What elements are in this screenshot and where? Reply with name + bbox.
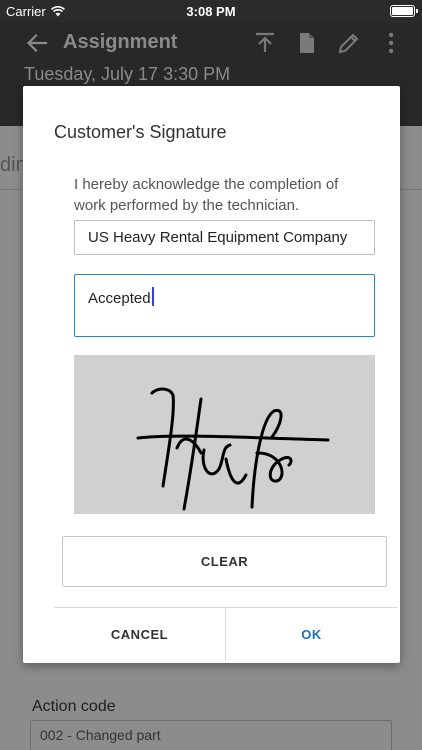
dialog-title: Customer's Signature [54, 122, 227, 142]
arrow-left-icon[interactable] [24, 30, 50, 56]
divider [0, 189, 22, 190]
ok-button[interactable]: OK [226, 608, 397, 661]
assignment-datetime: Tuesday, July 17 3:30 PM [24, 64, 231, 84]
notes-input-text: Accepted [88, 290, 151, 307]
dialog-footer: CANCEL OK [54, 607, 397, 661]
document-icon[interactable] [294, 30, 320, 56]
pencil-icon[interactable] [336, 30, 362, 56]
customer-name-input[interactable] [74, 220, 375, 255]
text-caret [151, 287, 154, 306]
clear-button[interactable]: CLEAR [62, 536, 387, 587]
action-code-select[interactable]: 002 - Changed part [30, 720, 392, 750]
signature-pad[interactable] [74, 355, 375, 514]
divider [400, 189, 422, 190]
status-bar: Carrier 3:08 PM [0, 0, 422, 22]
cancel-button[interactable]: CANCEL [54, 608, 226, 661]
upload-icon[interactable] [252, 30, 278, 56]
acknowledgement-text: I hereby acknowledge the completion of w… [74, 176, 339, 214]
signature-drawing [136, 387, 330, 511]
page-title: Assignment [63, 31, 178, 53]
battery-icon [390, 5, 418, 17]
clock: 3:08 PM [186, 4, 236, 19]
notes-input[interactable]: Accepted [74, 274, 375, 337]
header-actions [252, 30, 404, 56]
action-code-label: Action code [32, 698, 116, 715]
signature-dialog: Customer's Signature I hereby acknowledg… [23, 86, 400, 663]
more-vertical-icon[interactable] [378, 30, 404, 56]
